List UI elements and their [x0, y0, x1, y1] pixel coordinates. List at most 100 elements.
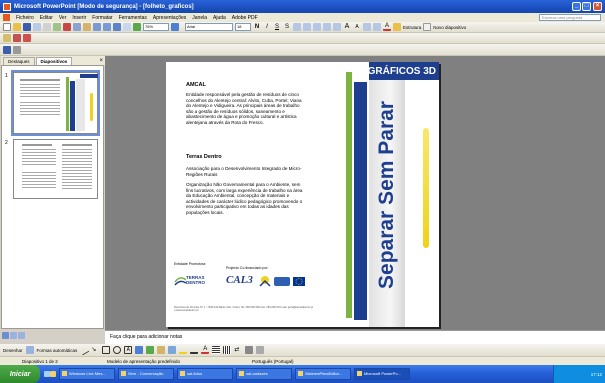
open-icon[interactable]	[13, 23, 21, 31]
minimize-button[interactable]: _	[572, 2, 581, 11]
menu-slideshow[interactable]: Apresentações	[153, 15, 186, 21]
increase-indent-icon[interactable]	[373, 23, 381, 31]
design-icon[interactable]	[393, 23, 401, 31]
clipart-icon[interactable]	[157, 346, 166, 354]
start-button[interactable]: Iniciar	[0, 365, 40, 383]
clock[interactable]: 17:12	[591, 372, 602, 377]
cut-icon[interactable]	[63, 23, 71, 31]
menu-file[interactable]: Ficheiro	[16, 15, 34, 21]
text-color-icon[interactable]: A	[201, 346, 210, 354]
task-sai-fotos[interactable]: sai-fotos	[177, 368, 233, 380]
fill-color-icon[interactable]	[179, 346, 188, 354]
align-left-icon[interactable]	[293, 23, 301, 31]
text-terras-dentro-2: Organização Não Governamental para o Amb…	[186, 182, 303, 215]
decrease-font-icon[interactable]: A	[353, 23, 361, 31]
insert-table-icon[interactable]	[123, 23, 131, 31]
current-slide[interactable]: AMCAL Entidade responsável pela gestão d…	[166, 62, 439, 327]
paste-icon[interactable]	[83, 23, 91, 31]
tab-outline[interactable]: Destaques	[3, 57, 35, 65]
line-style-icon[interactable]	[212, 346, 221, 354]
spelling-icon[interactable]	[53, 23, 61, 31]
zoom-select[interactable]: 76%	[143, 23, 169, 31]
green-stripe	[346, 72, 352, 318]
decrease-indent-icon[interactable]	[363, 23, 371, 31]
partner-logo	[274, 277, 290, 286]
pdf-review-icon[interactable]	[23, 34, 31, 42]
menu-view[interactable]: Ver	[59, 15, 67, 21]
new-slide-button[interactable]: Novo diapositivo	[433, 25, 466, 30]
arrow-style-icon[interactable]: ⇄	[234, 346, 242, 354]
insert-chart-icon[interactable]	[113, 23, 121, 31]
task-powerpoint[interactable]: Microsoft PowerPo...	[354, 368, 410, 380]
arrow-icon[interactable]: ↘	[91, 346, 99, 354]
task-conversation[interactable]: Sem - Conversação	[118, 368, 174, 380]
dash-style-icon[interactable]	[223, 346, 232, 354]
menu-adobe-pdf[interactable]: Adobe PDF	[232, 15, 258, 21]
pdf-convert-icon[interactable]	[3, 34, 11, 42]
menu-bar: Ficheiro Editar Ver Inserir Formatar Fer…	[0, 13, 605, 22]
permission-icon[interactable]	[33, 23, 41, 31]
slide-thumbnail-2[interactable]	[13, 139, 98, 199]
new-icon[interactable]	[3, 23, 11, 31]
save-icon[interactable]	[23, 23, 31, 31]
help-icon[interactable]	[171, 23, 179, 31]
print-icon[interactable]	[43, 23, 51, 31]
shadow-icon[interactable]: S	[283, 23, 291, 31]
diagram-icon[interactable]	[146, 346, 155, 354]
slide-thumbnail-1[interactable]	[11, 70, 100, 136]
bullets-icon[interactable]	[333, 23, 341, 31]
close-button[interactable]: ×	[593, 2, 602, 11]
design-button[interactable]: Estrutura	[403, 25, 421, 30]
slide-layout-icon[interactable]	[3, 45, 11, 54]
numbering-icon[interactable]	[323, 23, 331, 31]
underline-icon[interactable]: S	[273, 23, 281, 31]
wordart-icon[interactable]	[135, 346, 144, 354]
menu-tools[interactable]: Ferramentas	[119, 15, 147, 21]
shadow-style-icon[interactable]	[245, 346, 254, 354]
pdf-mail-icon[interactable]	[13, 34, 21, 42]
document-icon[interactable]	[3, 14, 10, 21]
font-size-select[interactable]: 18	[235, 23, 251, 31]
task-sai-cartazes[interactable]: sai-cartazes	[236, 368, 292, 380]
italic-icon[interactable]: I	[263, 23, 271, 31]
align-right-icon[interactable]	[313, 23, 321, 31]
picture-icon[interactable]	[168, 346, 177, 354]
redo-icon[interactable]	[103, 23, 111, 31]
menu-help[interactable]: Ajuda	[213, 15, 226, 21]
3d-style-icon[interactable]	[256, 346, 265, 354]
font-color-icon[interactable]: A	[383, 23, 391, 31]
notes-pane[interactable]: Faça clique para adicionar notas	[105, 330, 605, 344]
task-windows-live[interactable]: Windows Live Mes...	[59, 368, 115, 380]
autoshapes-menu[interactable]: Formas automáticas	[37, 348, 78, 353]
increase-font-icon[interactable]: A	[343, 23, 351, 31]
copy-icon[interactable]	[73, 23, 81, 31]
menu-edit[interactable]: Editar	[40, 15, 53, 21]
line-icon[interactable]	[78, 344, 90, 356]
menu-format[interactable]: Formatar	[92, 15, 112, 21]
font-select[interactable]: Arial	[185, 23, 233, 31]
new-slide-icon[interactable]	[423, 23, 432, 31]
system-tray: 17:12	[553, 365, 605, 383]
oval-icon[interactable]	[113, 346, 122, 354]
normal-view-icon[interactable]	[2, 332, 9, 339]
bold-icon[interactable]: N	[253, 23, 261, 31]
menu-insert[interactable]: Inserir	[72, 15, 86, 21]
textbox-icon[interactable]: A	[124, 346, 133, 354]
slideshow-view-icon[interactable]	[18, 332, 25, 339]
maximize-button[interactable]: □	[582, 2, 591, 11]
tab-slides[interactable]: Diapositivos	[35, 57, 73, 65]
close-panel-icon[interactable]: ×	[99, 57, 103, 65]
draw-menu[interactable]: Desenhar	[3, 348, 23, 353]
select-objects-icon[interactable]	[25, 346, 34, 354]
toolbar-options-icon[interactable]	[13, 45, 21, 54]
align-center-icon[interactable]	[303, 23, 311, 31]
rectangle-icon[interactable]	[102, 346, 111, 354]
undo-icon[interactable]	[93, 23, 101, 31]
menu-window[interactable]: Janela	[192, 15, 207, 21]
task-sistema-pima[interactable]: SistemaPimaEditor...	[295, 368, 351, 380]
line-color-icon[interactable]	[190, 346, 199, 354]
grayscale-icon[interactable]	[133, 23, 141, 31]
help-search-input[interactable]: Escreva uma pergunta	[539, 14, 601, 21]
quicklaunch-desktop-icon[interactable]	[50, 371, 56, 377]
sorter-view-icon[interactable]	[10, 332, 17, 339]
